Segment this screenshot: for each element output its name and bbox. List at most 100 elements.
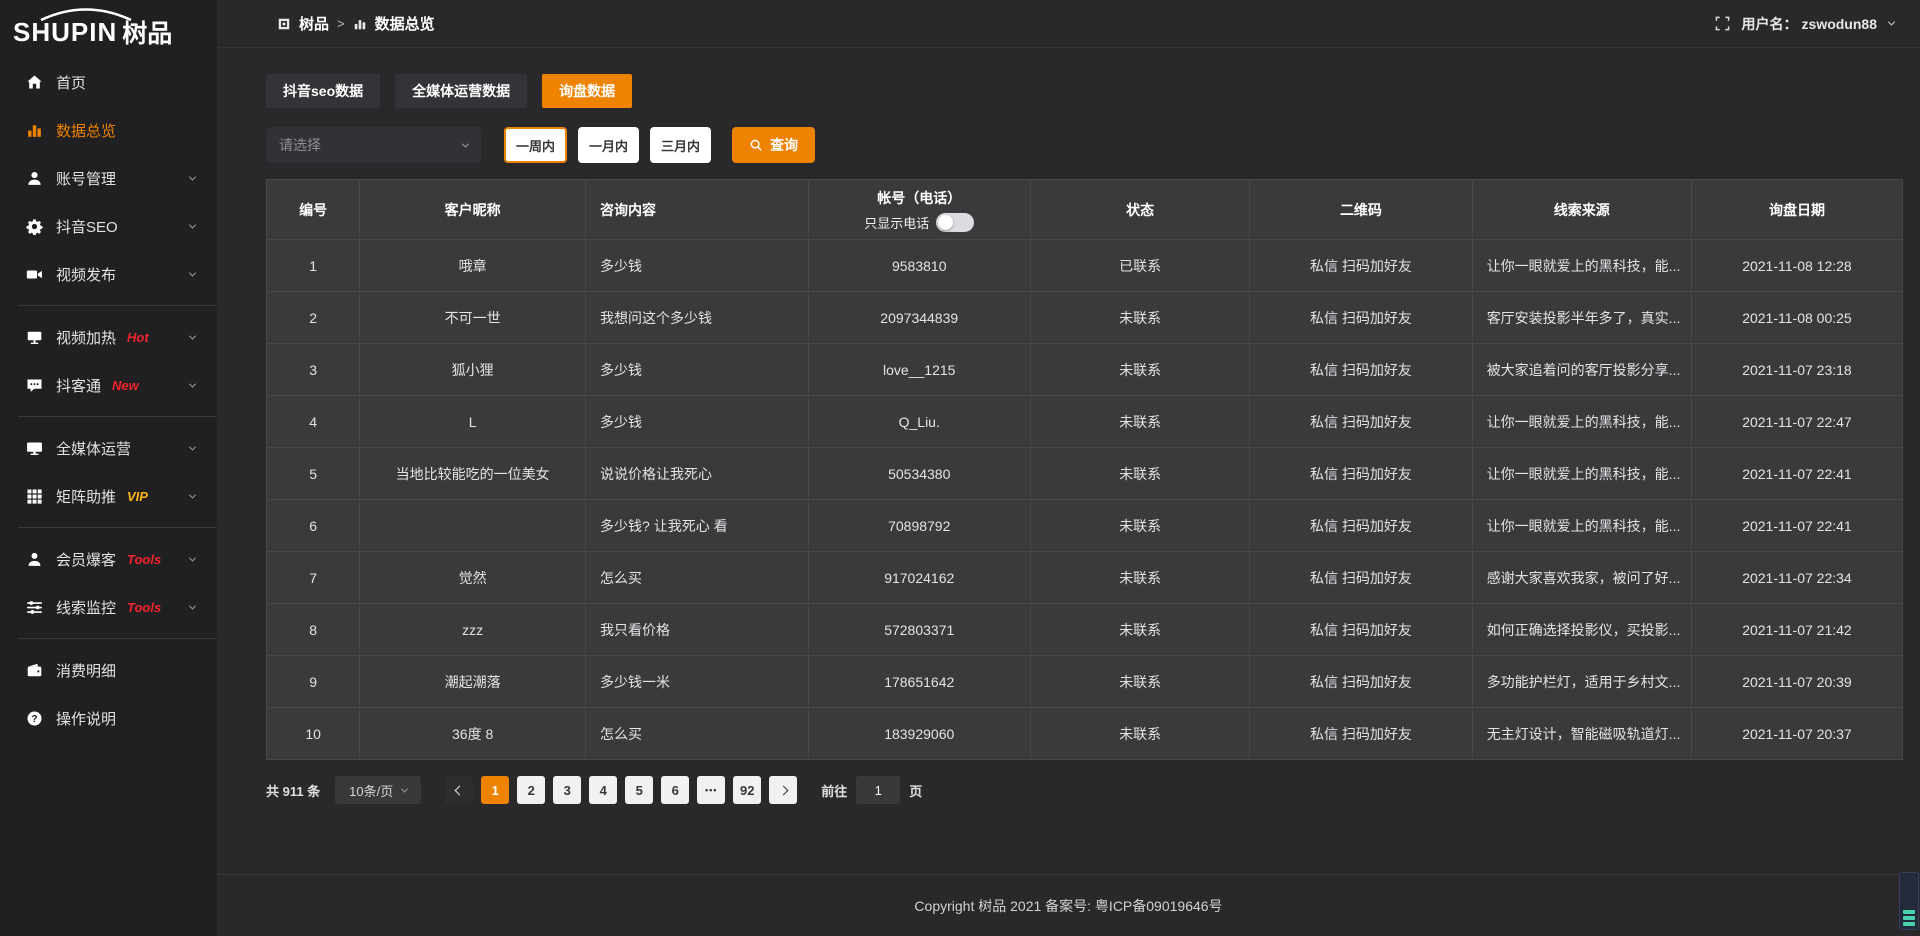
cell-account: 50534380 xyxy=(808,448,1030,500)
range-button-1[interactable]: 一月内 xyxy=(578,127,639,163)
sidebar-divider xyxy=(18,527,217,528)
sidebar-item-9[interactable]: 全媒体运营 xyxy=(0,424,217,472)
sidebar-item-10[interactable]: 矩阵助推VIP xyxy=(0,472,217,520)
sidebar-item-4[interactable]: 视频发布 xyxy=(0,250,217,298)
cell-status: 未联系 xyxy=(1030,708,1249,760)
cell-account: love__1215 xyxy=(808,344,1030,396)
user-icon xyxy=(26,170,43,187)
sidebar-item-2[interactable]: 账号管理 xyxy=(0,154,217,202)
username-label: 用户名： xyxy=(1742,14,1798,34)
page-more-button[interactable]: ••• xyxy=(697,776,725,804)
sidebar-item-1[interactable]: 数据总览 xyxy=(0,106,217,154)
cell-source[interactable]: 让你一眼就爱上的黑科技，能... xyxy=(1472,500,1691,552)
sidebar-item-15[interactable]: 消费明细 xyxy=(0,646,217,694)
cell-qrcode[interactable]: 私信 扫码加好友 xyxy=(1250,552,1472,604)
cell-content: 多少钱 xyxy=(586,344,808,396)
col-status: 状态 xyxy=(1030,180,1249,240)
cell-qrcode[interactable]: 私信 扫码加好友 xyxy=(1250,448,1472,500)
search-button[interactable]: 查询 xyxy=(732,127,815,163)
cell-id: 2 xyxy=(267,292,360,344)
sidebar-item-0[interactable]: 首页 xyxy=(0,58,217,106)
cell-source[interactable]: 被大家追着问的客厅投影分享... xyxy=(1472,344,1691,396)
sidebar-item-badge: Tools xyxy=(127,600,161,615)
breadcrumb-current: 数据总览 xyxy=(375,13,435,34)
page-button-2[interactable]: 2 xyxy=(517,776,545,804)
page-button-92[interactable]: 92 xyxy=(733,776,761,804)
page-button-4[interactable]: 4 xyxy=(589,776,617,804)
sidebar-item-12[interactable]: 会员爆客 Tools xyxy=(0,535,217,583)
range-buttons: 一周内一月内三月内 xyxy=(504,127,722,163)
next-page-button[interactable] xyxy=(769,776,797,804)
tab-1[interactable]: 全媒体运营数据 xyxy=(395,74,527,108)
cell-content: 多少钱 xyxy=(586,240,808,292)
breadcrumb-separator: > xyxy=(337,16,345,31)
cell-qrcode[interactable]: 私信 扫码加好友 xyxy=(1250,656,1472,708)
sidebar-item-7[interactable]: 抖客通New xyxy=(0,361,217,409)
cell-qrcode[interactable]: 私信 扫码加好友 xyxy=(1250,292,1472,344)
cell-qrcode[interactable]: 私信 扫码加好友 xyxy=(1250,500,1472,552)
cell-source[interactable]: 感谢大家喜欢我家，被问了好... xyxy=(1472,552,1691,604)
cell-source[interactable]: 客厅安装投影半年多了，真实... xyxy=(1472,292,1691,344)
sidebar-item-label: 矩阵助推 xyxy=(56,486,116,507)
cell-account: 917024162 xyxy=(808,552,1030,604)
sidebar-item-badge: Hot xyxy=(127,330,149,345)
cell-qrcode[interactable]: 私信 扫码加好友 xyxy=(1250,604,1472,656)
sidebar-item-6[interactable]: 视频加热Hot xyxy=(0,313,217,361)
cell-qrcode[interactable]: 私信 扫码加好友 xyxy=(1250,708,1472,760)
phone-toggle[interactable] xyxy=(936,213,974,232)
fullscreen-icon[interactable] xyxy=(1715,16,1730,31)
page-size-select[interactable]: 10条/页 xyxy=(335,776,421,804)
topbar-right: 用户名： zswodun88 xyxy=(1715,14,1894,34)
tab-2[interactable]: 询盘数据 xyxy=(542,74,632,108)
sidebar-item-label: 首页 xyxy=(56,72,86,93)
page-size-value: 10条/页 xyxy=(349,781,393,800)
tab-0[interactable]: 抖音seo数据 xyxy=(266,74,380,108)
sidebar-item-13[interactable]: 线索监控Tools xyxy=(0,583,217,631)
sidebar-item-label: 账号管理 xyxy=(56,168,116,189)
page-button-3[interactable]: 3 xyxy=(553,776,581,804)
page-button-6[interactable]: 6 xyxy=(661,776,689,804)
cell-source[interactable]: 如何正确选择投影仪，买投影... xyxy=(1472,604,1691,656)
chevron-down-icon xyxy=(189,491,196,498)
cell-date: 2021-11-08 00:25 xyxy=(1691,292,1902,344)
range-button-2[interactable]: 三月内 xyxy=(650,127,711,163)
sliders-icon xyxy=(26,599,43,616)
phone-toggle-label: 只显示电话 xyxy=(864,213,929,232)
goto-page-input[interactable] xyxy=(856,776,900,804)
cell-source[interactable]: 让你一眼就爱上的黑科技，能... xyxy=(1472,396,1691,448)
cell-source[interactable]: 无主灯设计，智能磁吸轨道灯... xyxy=(1472,708,1691,760)
prev-page-button[interactable] xyxy=(445,776,473,804)
chevron-down-icon xyxy=(189,269,196,276)
grid-icon xyxy=(26,488,43,505)
username[interactable]: zswodun88 xyxy=(1802,16,1877,32)
sidebar-item-label: 操作说明 xyxy=(56,708,116,729)
filter-bar: 请选择 一周内一月内三月内 查询 xyxy=(266,127,1903,163)
page-button-1[interactable]: 1 xyxy=(481,776,509,804)
page-button-5[interactable]: 5 xyxy=(625,776,653,804)
cell-source[interactable]: 让你一眼就爱上的黑科技，能... xyxy=(1472,240,1691,292)
filter-select[interactable]: 请选择 xyxy=(266,127,481,163)
cell-qrcode[interactable]: 私信 扫码加好友 xyxy=(1250,344,1472,396)
cell-qrcode[interactable]: 私信 扫码加好友 xyxy=(1250,240,1472,292)
cell-source[interactable]: 让你一眼就爱上的黑科技，能... xyxy=(1472,448,1691,500)
cell-nickname: 觉然 xyxy=(360,552,586,604)
cell-date: 2021-11-07 22:41 xyxy=(1691,448,1902,500)
range-button-0[interactable]: 一周内 xyxy=(504,127,567,163)
cell-source[interactable]: 多功能护栏灯，适用于乡村文... xyxy=(1472,656,1691,708)
sidebar-item-16[interactable]: ?操作说明 xyxy=(0,694,217,742)
select-placeholder: 请选择 xyxy=(279,135,321,155)
member-icon xyxy=(26,551,43,568)
cell-qrcode[interactable]: 私信 扫码加好友 xyxy=(1250,396,1472,448)
cell-id: 8 xyxy=(267,604,360,656)
cell-content: 多少钱一米 xyxy=(586,656,808,708)
breadcrumb-root[interactable]: 树品 xyxy=(299,13,329,34)
sidebar-item-3[interactable]: 抖音SEO xyxy=(0,202,217,250)
chart-icon xyxy=(353,17,367,31)
table-header-row: 编号 客户昵称 咨询内容 帐号（电话） 只显示电话 状态 二维码 线索来源 xyxy=(267,180,1903,240)
sidebar-item-label: 会员爆客 xyxy=(56,549,116,570)
gear-icon xyxy=(26,218,43,235)
chevron-down-icon[interactable] xyxy=(1888,19,1895,26)
pagination: 共 911 条 10条/页 123456•••92 前往 页 xyxy=(266,776,1903,804)
sidebar-item-badge: Tools xyxy=(127,552,161,567)
cell-account: 2097344839 xyxy=(808,292,1030,344)
